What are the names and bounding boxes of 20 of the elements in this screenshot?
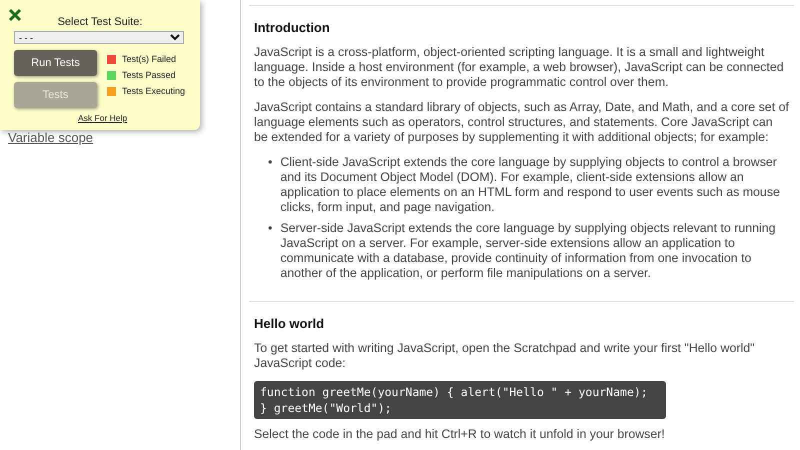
bullet: • (268, 221, 272, 237)
help-link[interactable]: Ask For Help (78, 113, 186, 123)
list-item: Client-side JavaScript extends the core language by supplying objects to control a browser and its Document Object Model (DOM). For example, client-side extensions allow an application to place elements on an HTML form and respond to user events such as mouse clicks, form input, and page navigation. (280, 155, 781, 215)
sidebar-link[interactable]: Variable scope (8, 130, 240, 145)
section-heading: Introduction (254, 20, 331, 35)
suite-select[interactable]: - - - (14, 31, 184, 44)
panel-title: Select Test Suite: (56, 16, 144, 28)
code-snippet: function greetMe(yourName) { alert("Hello " + yourName); } greetMe("World"); (254, 381, 666, 419)
paragraph: JavaScript is a cross-platform, object-oriented scripting language. It is a small and lightweight language. Inside a host environment (for example, a web browser), JavaScript can be connected to the objects of its environment to provide programmatic control over them. (254, 45, 785, 90)
section-heading: Hello world (254, 316, 326, 331)
paragraph: JavaScript contains a standard library of objects, such as Array, Date, and Math, and a core set of language elements such as operators, control structures, and statements. Core JavaScript can be extended for a variety of purposes by supplementing it with additional objects; for example: (254, 100, 789, 145)
bullet: • (268, 155, 272, 171)
paragraph: To get started with writing JavaScript, open the Scratchpad and write your first "Hello world" JavaScript code: (254, 341, 756, 371)
legend-label: Tests Executing (122, 86, 186, 96)
list-item: Server-side JavaScript extends the core language by supplying objects relevant to running JavaScript on a server. For example, server-side extensions allow an application to communicate with a database, provide continuity of information from one invocation to another of the application, or perform file manipulations on a server. (280, 221, 777, 281)
close-icon[interactable] (8, 8, 22, 22)
legend-label: Tests Passed (122, 70, 176, 80)
test-button[interactable]: Run Tests (14, 50, 97, 76)
legend-label: Test(s) Failed (122, 54, 176, 64)
paragraph: Select the code in the pad and hit Ctrl+R to watch it unfold in your browser! (254, 427, 666, 442)
